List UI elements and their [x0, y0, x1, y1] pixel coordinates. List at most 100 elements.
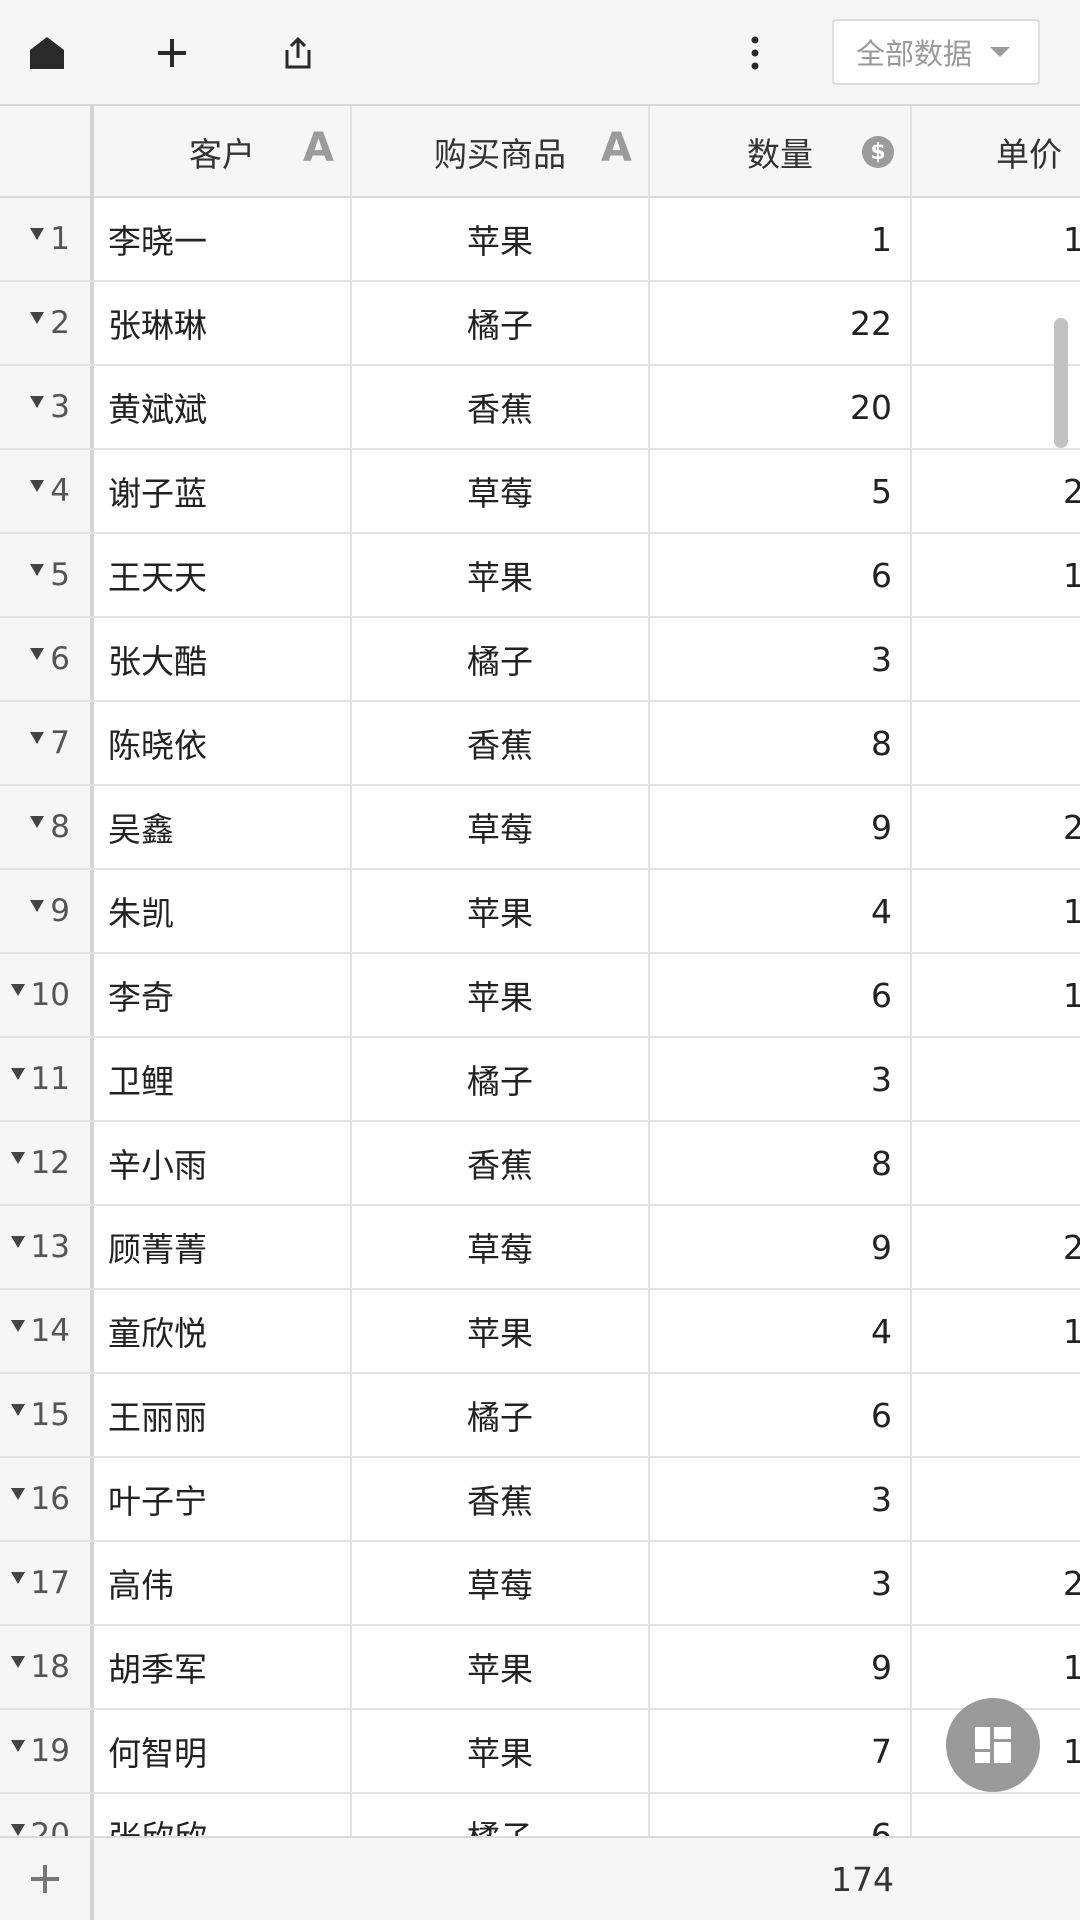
- product-cell[interactable]: 苹果: [352, 1710, 650, 1792]
- expand-row-icon[interactable]: [10, 1320, 25, 1332]
- unit-price-cell[interactable]: 2: [912, 1542, 1080, 1624]
- row-number-cell[interactable]: 8: [0, 786, 94, 868]
- unit-price-cell[interactable]: 2: [912, 786, 1080, 868]
- expand-row-icon[interactable]: [30, 228, 45, 240]
- expand-row-icon[interactable]: [30, 900, 45, 912]
- expand-row-icon[interactable]: [30, 480, 45, 492]
- customer-cell[interactable]: 高伟: [94, 1542, 352, 1624]
- quantity-cell[interactable]: 6: [650, 1794, 912, 1836]
- more-options-button[interactable]: [720, 18, 790, 88]
- quantity-cell[interactable]: 6: [650, 1374, 912, 1456]
- product-cell[interactable]: 橘子: [352, 282, 650, 364]
- expand-row-icon[interactable]: [30, 732, 45, 744]
- quantity-cell[interactable]: 6: [650, 954, 912, 1036]
- quantity-cell[interactable]: 9: [650, 1206, 912, 1288]
- product-cell[interactable]: 草莓: [352, 450, 650, 532]
- unit-price-cell[interactable]: 1: [912, 870, 1080, 952]
- customer-cell[interactable]: 辛小雨: [94, 1122, 352, 1204]
- table-row[interactable]: 17 高伟 草莓 3 2: [0, 1542, 1080, 1626]
- row-number-cell[interactable]: 3: [0, 366, 94, 448]
- quantity-cell[interactable]: 3: [650, 1038, 912, 1120]
- row-number-cell[interactable]: 11: [0, 1038, 94, 1120]
- expand-row-icon[interactable]: [10, 1404, 25, 1416]
- unit-price-cell[interactable]: 1: [912, 1626, 1080, 1708]
- customer-cell[interactable]: 谢子蓝: [94, 450, 352, 532]
- add-button[interactable]: [137, 18, 207, 88]
- row-number-cell[interactable]: 13: [0, 1206, 94, 1288]
- expand-row-icon[interactable]: [10, 1236, 25, 1248]
- unit-price-cell[interactable]: [912, 702, 1080, 784]
- row-number-cell[interactable]: 20: [0, 1794, 94, 1836]
- quantity-cell[interactable]: 3: [650, 1458, 912, 1540]
- row-number-cell[interactable]: 14: [0, 1290, 94, 1372]
- expand-row-icon[interactable]: [10, 1488, 25, 1500]
- row-number-cell[interactable]: 7: [0, 702, 94, 784]
- row-number-cell[interactable]: 4: [0, 450, 94, 532]
- column-header-unit-price[interactable]: 单价: [912, 106, 1080, 198]
- quantity-cell[interactable]: 3: [650, 618, 912, 700]
- unit-price-cell[interactable]: 1: [912, 1290, 1080, 1372]
- table-row[interactable]: 9 朱凯 苹果 4 1: [0, 870, 1080, 954]
- quantity-cell[interactable]: 4: [650, 870, 912, 952]
- product-cell[interactable]: 橘子: [352, 1374, 650, 1456]
- product-cell[interactable]: 橘子: [352, 618, 650, 700]
- unit-price-cell[interactable]: [912, 1374, 1080, 1456]
- customer-cell[interactable]: 吴鑫: [94, 786, 352, 868]
- share-button[interactable]: [263, 18, 333, 88]
- row-number-cell[interactable]: 15: [0, 1374, 94, 1456]
- customer-cell[interactable]: 顾菁菁: [94, 1206, 352, 1288]
- layout-fab-button[interactable]: [946, 1698, 1040, 1792]
- unit-price-cell[interactable]: [912, 1458, 1080, 1540]
- unit-price-cell[interactable]: [912, 618, 1080, 700]
- customer-cell[interactable]: 王丽丽: [94, 1374, 352, 1456]
- quantity-cell[interactable]: 1: [650, 198, 912, 280]
- customer-cell[interactable]: 卫鲤: [94, 1038, 352, 1120]
- column-header-customer[interactable]: 客户 A: [94, 106, 352, 198]
- product-cell[interactable]: 草莓: [352, 1542, 650, 1624]
- table-row[interactable]: 16 叶子宁 香蕉 3: [0, 1458, 1080, 1542]
- product-cell[interactable]: 苹果: [352, 1290, 650, 1372]
- customer-cell[interactable]: 陈晓依: [94, 702, 352, 784]
- quantity-cell[interactable]: 3: [650, 1542, 912, 1624]
- quantity-cell[interactable]: 6: [650, 534, 912, 616]
- table-row[interactable]: 1 李晓一 苹果 1 1: [0, 198, 1080, 282]
- vertical-scrollbar[interactable]: [1054, 318, 1068, 448]
- customer-cell[interactable]: 叶子宁: [94, 1458, 352, 1540]
- row-number-cell[interactable]: 5: [0, 534, 94, 616]
- product-cell[interactable]: 苹果: [352, 534, 650, 616]
- quantity-cell[interactable]: 4: [650, 1290, 912, 1372]
- table-row[interactable]: 18 胡季军 苹果 9 1: [0, 1626, 1080, 1710]
- unit-price-cell[interactable]: [912, 1794, 1080, 1836]
- row-number-cell[interactable]: 6: [0, 618, 94, 700]
- expand-row-icon[interactable]: [30, 312, 45, 324]
- product-cell[interactable]: 苹果: [352, 1626, 650, 1708]
- quantity-cell[interactable]: 9: [650, 1626, 912, 1708]
- table-row[interactable]: 10 李奇 苹果 6 1: [0, 954, 1080, 1038]
- product-cell[interactable]: 香蕉: [352, 702, 650, 784]
- customer-cell[interactable]: 张琳琳: [94, 282, 352, 364]
- unit-price-cell[interactable]: 1: [912, 198, 1080, 280]
- table-row[interactable]: 2 张琳琳 橘子 22: [0, 282, 1080, 366]
- expand-row-icon[interactable]: [10, 1068, 25, 1080]
- row-number-cell[interactable]: 9: [0, 870, 94, 952]
- customer-cell[interactable]: 朱凯: [94, 870, 352, 952]
- unit-price-cell[interactable]: 1: [912, 534, 1080, 616]
- quantity-cell[interactable]: 5: [650, 450, 912, 532]
- product-cell[interactable]: 草莓: [352, 1206, 650, 1288]
- unit-price-cell[interactable]: 2: [912, 450, 1080, 532]
- row-number-cell[interactable]: 18: [0, 1626, 94, 1708]
- home-button[interactable]: [12, 18, 82, 88]
- quantity-cell[interactable]: 20: [650, 366, 912, 448]
- row-number-cell[interactable]: 16: [0, 1458, 94, 1540]
- unit-price-cell[interactable]: 1: [912, 954, 1080, 1036]
- table-row[interactable]: 6 张大酷 橘子 3: [0, 618, 1080, 702]
- table-row[interactable]: 13 顾菁菁 草莓 9 2: [0, 1206, 1080, 1290]
- table-row[interactable]: 14 童欣悦 苹果 4 1: [0, 1290, 1080, 1374]
- expand-row-icon[interactable]: [10, 1152, 25, 1164]
- expand-row-icon[interactable]: [30, 816, 45, 828]
- customer-cell[interactable]: 黄斌斌: [94, 366, 352, 448]
- table-row[interactable]: 7 陈晓依 香蕉 8: [0, 702, 1080, 786]
- product-cell[interactable]: 苹果: [352, 198, 650, 280]
- expand-row-icon[interactable]: [10, 1572, 25, 1584]
- product-cell[interactable]: 苹果: [352, 870, 650, 952]
